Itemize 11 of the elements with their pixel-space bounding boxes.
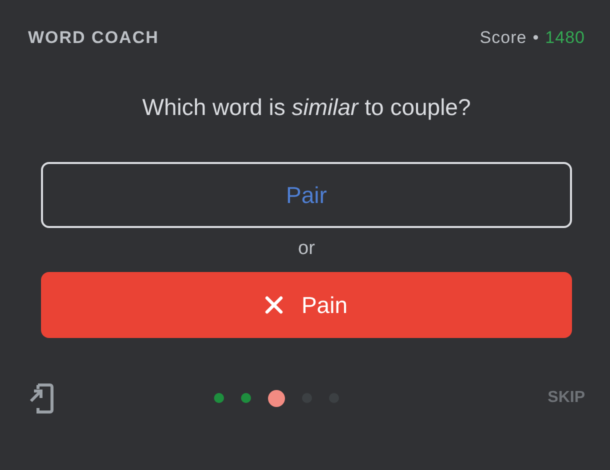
skip-button[interactable]: SKIP — [548, 389, 585, 407]
wrong-answer-option[interactable]: Pain — [41, 272, 572, 338]
question-text: Which word is similar to couple? — [141, 94, 472, 122]
separator-dot: • — [532, 28, 540, 48]
or-divider-text: or — [297, 238, 316, 260]
exit-icon[interactable] — [28, 382, 54, 414]
score-label: Score — [480, 28, 527, 48]
score-value: 1480 — [545, 28, 585, 48]
app-title: WORD COACH — [28, 28, 159, 48]
answer-option[interactable]: Pair — [41, 162, 572, 228]
cross-icon — [265, 296, 284, 314]
